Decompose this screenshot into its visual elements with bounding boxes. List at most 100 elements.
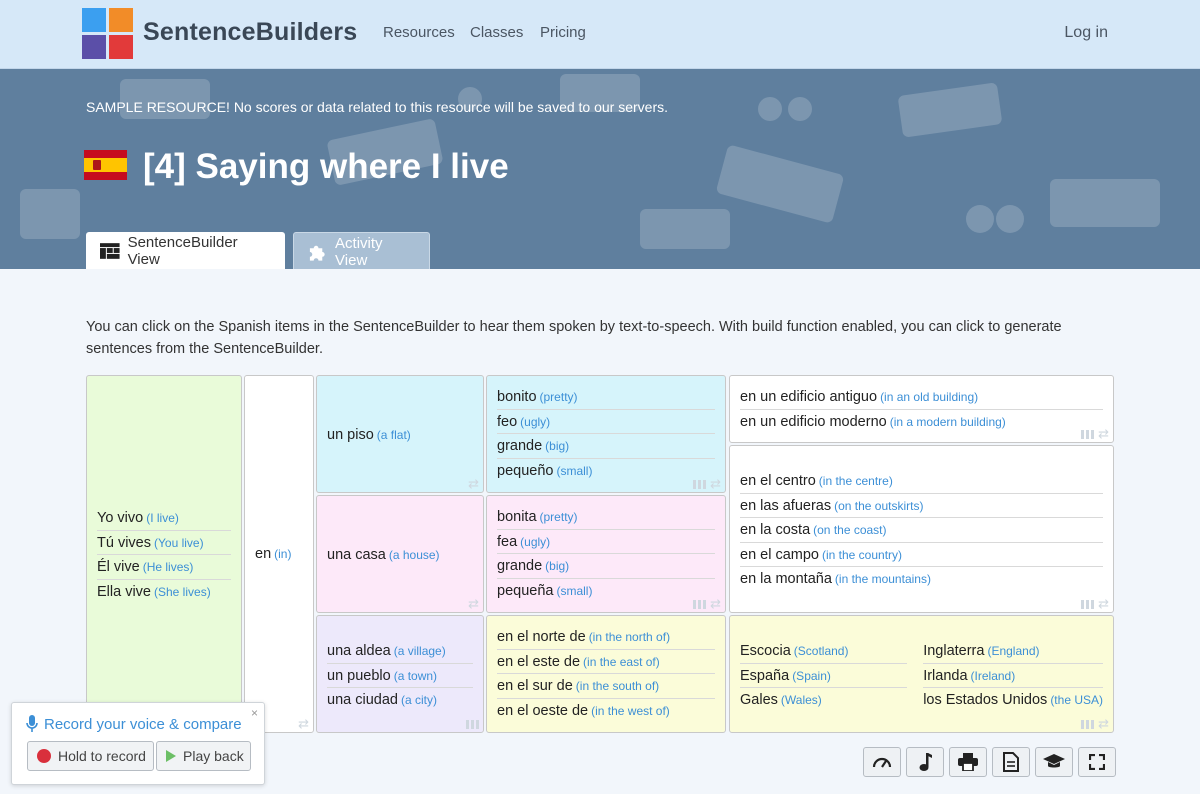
list-item[interactable]: en (in) [255, 542, 303, 567]
list-item[interactable]: Gales (Wales) [740, 688, 907, 713]
columns-icon[interactable] [693, 479, 707, 489]
swap-icon[interactable]: ⇄ [298, 717, 309, 730]
tab-label: SentenceBuilder View [127, 234, 238, 268]
list-item[interactable]: Irlanda (Ireland) [923, 664, 1103, 688]
list-item[interactable]: en un edificio antiguo (in an old buildin… [740, 385, 1103, 410]
login-link[interactable]: Log in [1064, 24, 1108, 42]
columns-icon[interactable] [1081, 599, 1095, 609]
nav-link-resources[interactable]: Resources [383, 24, 455, 41]
list-item[interactable]: grande (big) [497, 554, 715, 579]
swap-icon[interactable]: ⇄ [468, 597, 479, 610]
list-item[interactable]: los Estados Unidos (the USA) [923, 688, 1103, 713]
top-navbar: SentenceBuilders Resources Classes Prici… [0, 0, 1200, 69]
adjective-masculine-cell: bonito (pretty) feo (ugly) grande (big) peq… [486, 375, 726, 493]
record-panel: Record your voice & compare × Hold to re… [11, 702, 265, 785]
fullscreen-icon [1089, 754, 1105, 770]
location-cell: en el centro (in the centre) en las afuer… [729, 445, 1114, 613]
list-item[interactable]: en el campo (in the country) [740, 543, 1103, 567]
nav-link-classes[interactable]: Classes [470, 24, 523, 41]
list-item[interactable]: Escocia (Scotland) [740, 639, 908, 664]
list-item[interactable]: en la montaña (in the mountains) [740, 567, 1103, 592]
list-item[interactable]: Tú vives (You live) [97, 531, 231, 555]
list-item[interactable]: grande (big) [497, 434, 715, 459]
place-cell: una aldea (a village) un pueblo (a town) u… [316, 615, 484, 733]
swap-icon[interactable]: ⇄ [468, 477, 479, 490]
cell-tools: ⇄ [693, 597, 721, 610]
list-item[interactable]: en las afueras (on the outskirts) [740, 494, 1103, 518]
cell-tools: ⇄ [1081, 717, 1109, 730]
cell-tools: ⇄ [1081, 427, 1109, 440]
close-icon[interactable]: × [251, 706, 258, 720]
list-item[interactable]: Ella vive (She lives) [97, 580, 231, 605]
play-back-button[interactable]: Play back [156, 741, 251, 771]
columns-icon[interactable] [1081, 429, 1095, 439]
hold-to-record-button[interactable]: Hold to record [27, 741, 154, 771]
list-item[interactable]: España (Spain) [740, 664, 908, 688]
list-item[interactable]: fea (ugly) [497, 530, 715, 554]
swap-icon[interactable]: ⇄ [710, 597, 721, 610]
list-item[interactable]: pequeño (small) [497, 459, 715, 484]
page-title: [4] Saying where I live [143, 147, 509, 186]
brand-name[interactable]: SentenceBuilders [143, 18, 357, 47]
logo-icon[interactable] [82, 8, 134, 60]
print-button[interactable] [949, 747, 987, 777]
list-item[interactable]: en el sur de (in the south of) [497, 674, 715, 699]
list-item[interactable]: pequeña (small) [497, 579, 715, 604]
document-button[interactable] [992, 747, 1030, 777]
graduation-cap-icon [1043, 754, 1065, 768]
music-button[interactable] [906, 747, 944, 777]
list-item[interactable]: bonito (pretty) [497, 385, 715, 410]
document-icon [1003, 752, 1019, 772]
list-item[interactable]: Inglaterra (England) [923, 639, 1103, 664]
list-item[interactable]: un piso (a flat) [327, 423, 473, 448]
list-item[interactable]: una ciudad (a city) [327, 688, 473, 713]
graduation-button[interactable] [1035, 747, 1073, 777]
tab-sentencebuilder-view[interactable]: SentenceBuilder View [86, 232, 285, 269]
speed-button[interactable] [863, 747, 901, 777]
swap-icon[interactable]: ⇄ [1098, 717, 1109, 730]
list-item[interactable]: en el este de (in the east of) [497, 650, 715, 674]
nav-link-pricing[interactable]: Pricing [540, 24, 586, 41]
intro-text: You can click on the Spanish items in th… [86, 319, 1062, 357]
fullscreen-button[interactable] [1078, 747, 1116, 777]
list-item[interactable]: bonita (pretty) [497, 505, 715, 530]
columns-icon[interactable] [1081, 719, 1095, 729]
list-item[interactable]: en un edificio moderno (in a modern build… [740, 410, 1103, 435]
music-icon [919, 753, 932, 771]
list-item[interactable]: Él vive (He lives) [97, 555, 231, 580]
swap-icon[interactable]: ⇄ [1098, 597, 1109, 610]
cell-tools: ⇄ [1081, 597, 1109, 610]
grid-icon [100, 243, 120, 259]
direction-cell: en el norte de (in the north of) en el es… [486, 615, 726, 733]
list-item[interactable]: feo (ugly) [497, 410, 715, 434]
sample-notice: SAMPLE RESOURCE! No scores or data relat… [86, 99, 669, 115]
cell-tools: ⇄ [693, 477, 721, 490]
hero-banner: SAMPLE RESOURCE! No scores or data relat… [0, 69, 1200, 269]
list-item[interactable]: una aldea (a village) [327, 639, 473, 664]
list-item[interactable]: en el oeste de (in the west of) [497, 699, 715, 724]
record-header: Record your voice & compare [26, 715, 242, 733]
swap-icon[interactable]: ⇄ [1098, 427, 1109, 440]
columns-icon[interactable] [466, 720, 479, 729]
hold-to-record-label: Hold to record [58, 748, 146, 764]
swap-icon[interactable]: ⇄ [710, 477, 721, 490]
dwelling-house-cell: una casa (a house) ⇄ [316, 495, 484, 613]
tab-activity-view[interactable]: Activity View [293, 232, 430, 269]
dwelling-flat-cell: un piso (a flat) ⇄ [316, 375, 484, 493]
list-item[interactable]: en el norte de (in the north of) [497, 625, 715, 650]
speed-icon [872, 757, 892, 768]
list-item[interactable]: en el centro (in the centre) [740, 469, 1103, 494]
list-item[interactable]: Yo vivo (I live) [97, 506, 231, 531]
list-item[interactable]: un pueblo (a town) [327, 664, 473, 688]
list-item[interactable]: una casa (a house) [327, 543, 473, 568]
subject-column: Yo vivo (I live) Tú vives (You live) Él vi… [86, 375, 242, 733]
tab-label: Activity View [335, 234, 383, 269]
spain-flag-icon [84, 150, 127, 180]
record-title: Record your voice & compare [44, 715, 242, 733]
columns-icon[interactable] [693, 599, 707, 609]
adjective-feminine-cell: bonita (pretty) fea (ugly) grande (big) peq… [486, 495, 726, 613]
building-cell: en un edificio antiguo (in an old buildin… [729, 375, 1114, 443]
record-dot-icon [37, 749, 51, 763]
list-item[interactable]: en la costa (on the coast) [740, 518, 1103, 543]
country-cell: Escocia (Scotland) España (Spain) Gales (Wa… [729, 615, 1114, 733]
